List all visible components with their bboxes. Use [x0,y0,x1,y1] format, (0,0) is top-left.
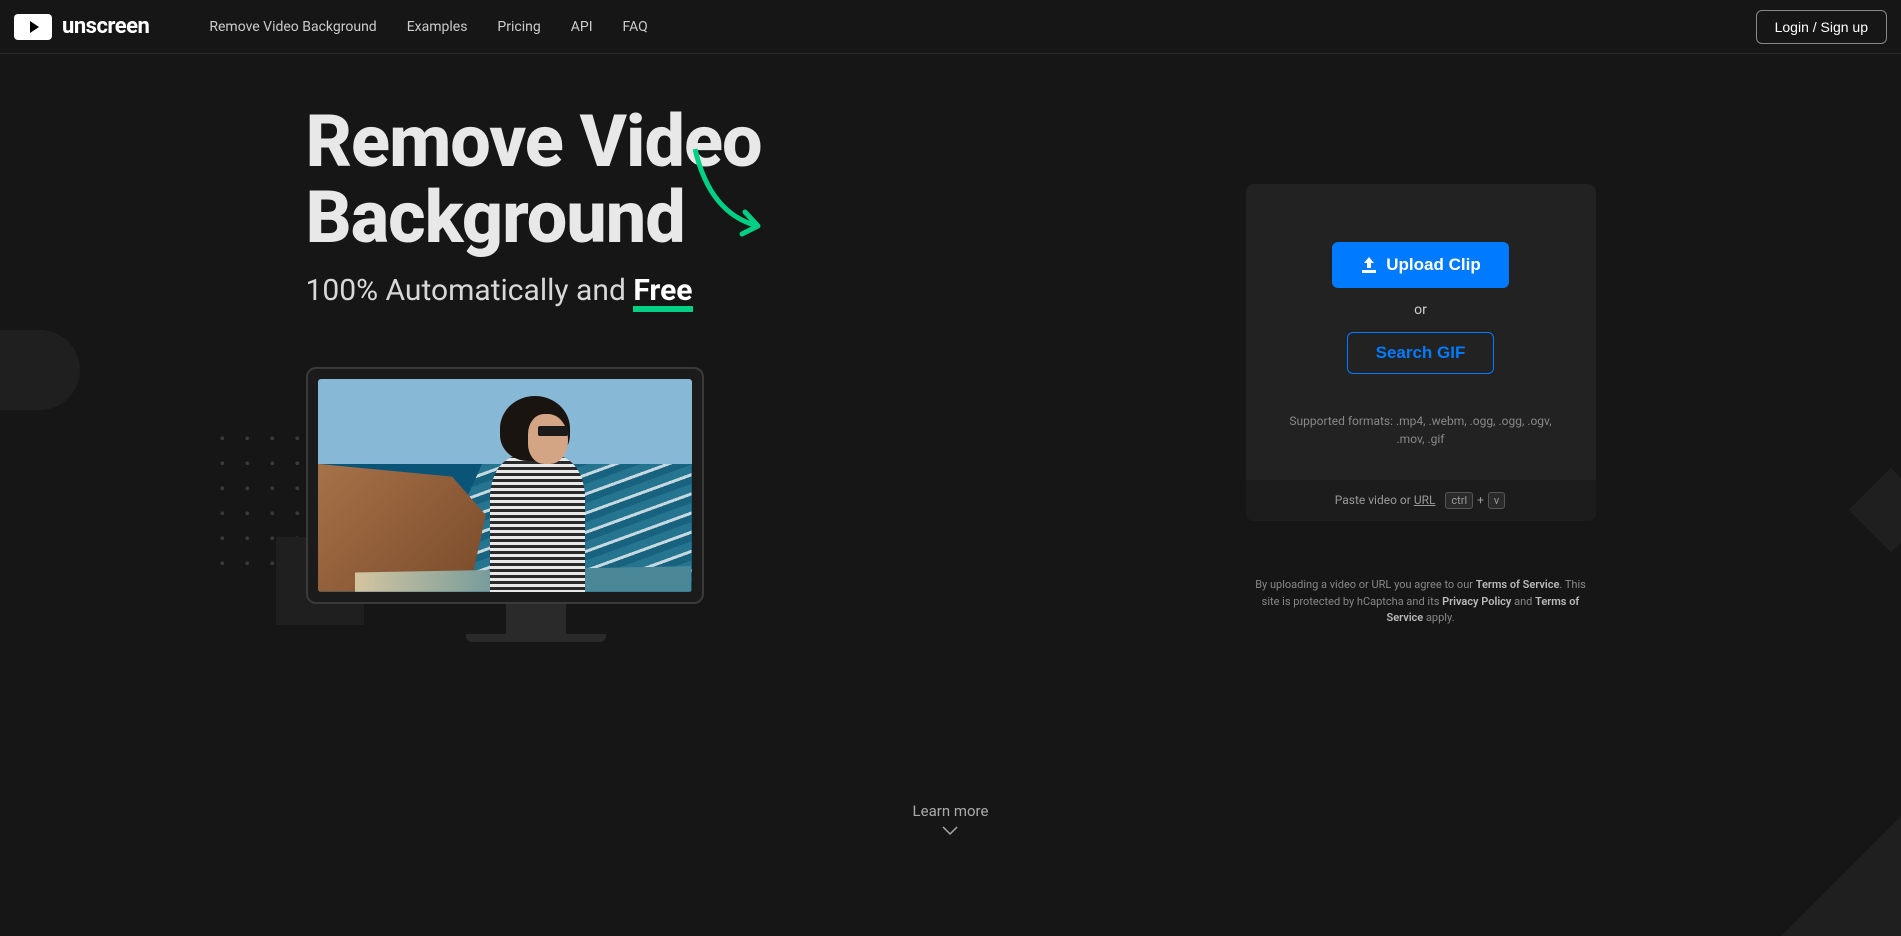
header-left: unscreen Remove Video Background Example… [14,14,648,40]
nav-api[interactable]: API [571,19,593,35]
subtitle-free: Free [633,277,692,312]
play-icon [14,14,52,40]
nav-faq[interactable]: FAQ [623,19,648,35]
demo-frame [306,367,704,604]
logo-text: unscreen [62,14,149,39]
decorative-triangle [1781,816,1901,936]
legal-part-4: apply. [1423,611,1454,624]
paste-prefix: Paste video or [1335,493,1414,507]
monitor-base [466,634,606,642]
logo[interactable]: unscreen [14,14,149,40]
upload-clip-button[interactable]: Upload Clip [1332,242,1508,288]
upload-clip-label: Upload Clip [1386,255,1480,275]
privacy-policy-link[interactable]: Privacy Policy [1442,595,1511,608]
nav-examples[interactable]: Examples [407,19,468,35]
url-link[interactable]: URL [1414,493,1436,507]
header: unscreen Remove Video Background Example… [0,0,1901,54]
monitor-stand [506,602,566,634]
demo-preview [306,367,766,642]
chevron-down-icon [942,826,958,836]
subtitle-prefix: 100% Automatically and [306,273,634,308]
nav-remove-video-background[interactable]: Remove Video Background [209,19,376,35]
learn-more-label: Learn more [913,802,989,820]
kbd-plus: + [1474,493,1487,507]
legal-part-3: and [1511,595,1535,608]
title-line-2: Background [306,175,685,260]
page-subtitle: 100% Automatically and Free [306,273,1126,312]
upload-icon [1360,257,1378,273]
hero: Remove Video Background 100% Automatical… [0,54,1901,642]
legal-part-1: By uploading a video or URL you agree to… [1255,578,1476,591]
kbd-ctrl: ctrl [1445,492,1473,509]
upload-card: Upload Clip or Search GIF Supported form… [1246,184,1596,521]
kbd-v: v [1488,492,1505,509]
terms-of-service-link[interactable]: Terms of Service [1476,578,1560,591]
or-divider: or [1414,302,1427,318]
legal-text: By uploading a video or URL you agree to… [1246,577,1596,627]
upload-panel: Upload Clip or Search GIF Supported form… [1246,104,1596,642]
paste-hint: Paste video or URL ctrl + v [1246,480,1596,521]
curved-arrow-icon [690,144,780,244]
nav-pricing[interactable]: Pricing [497,19,540,35]
search-gif-button[interactable]: Search GIF [1347,332,1495,374]
demo-video-still [318,379,692,592]
supported-formats: Supported formats: .mp4, .webm, .ogg, .o… [1282,412,1560,448]
learn-more-button[interactable]: Learn more [913,802,989,836]
login-button[interactable]: Login / Sign up [1756,10,1887,44]
main-nav: Remove Video Background Examples Pricing… [209,19,647,35]
